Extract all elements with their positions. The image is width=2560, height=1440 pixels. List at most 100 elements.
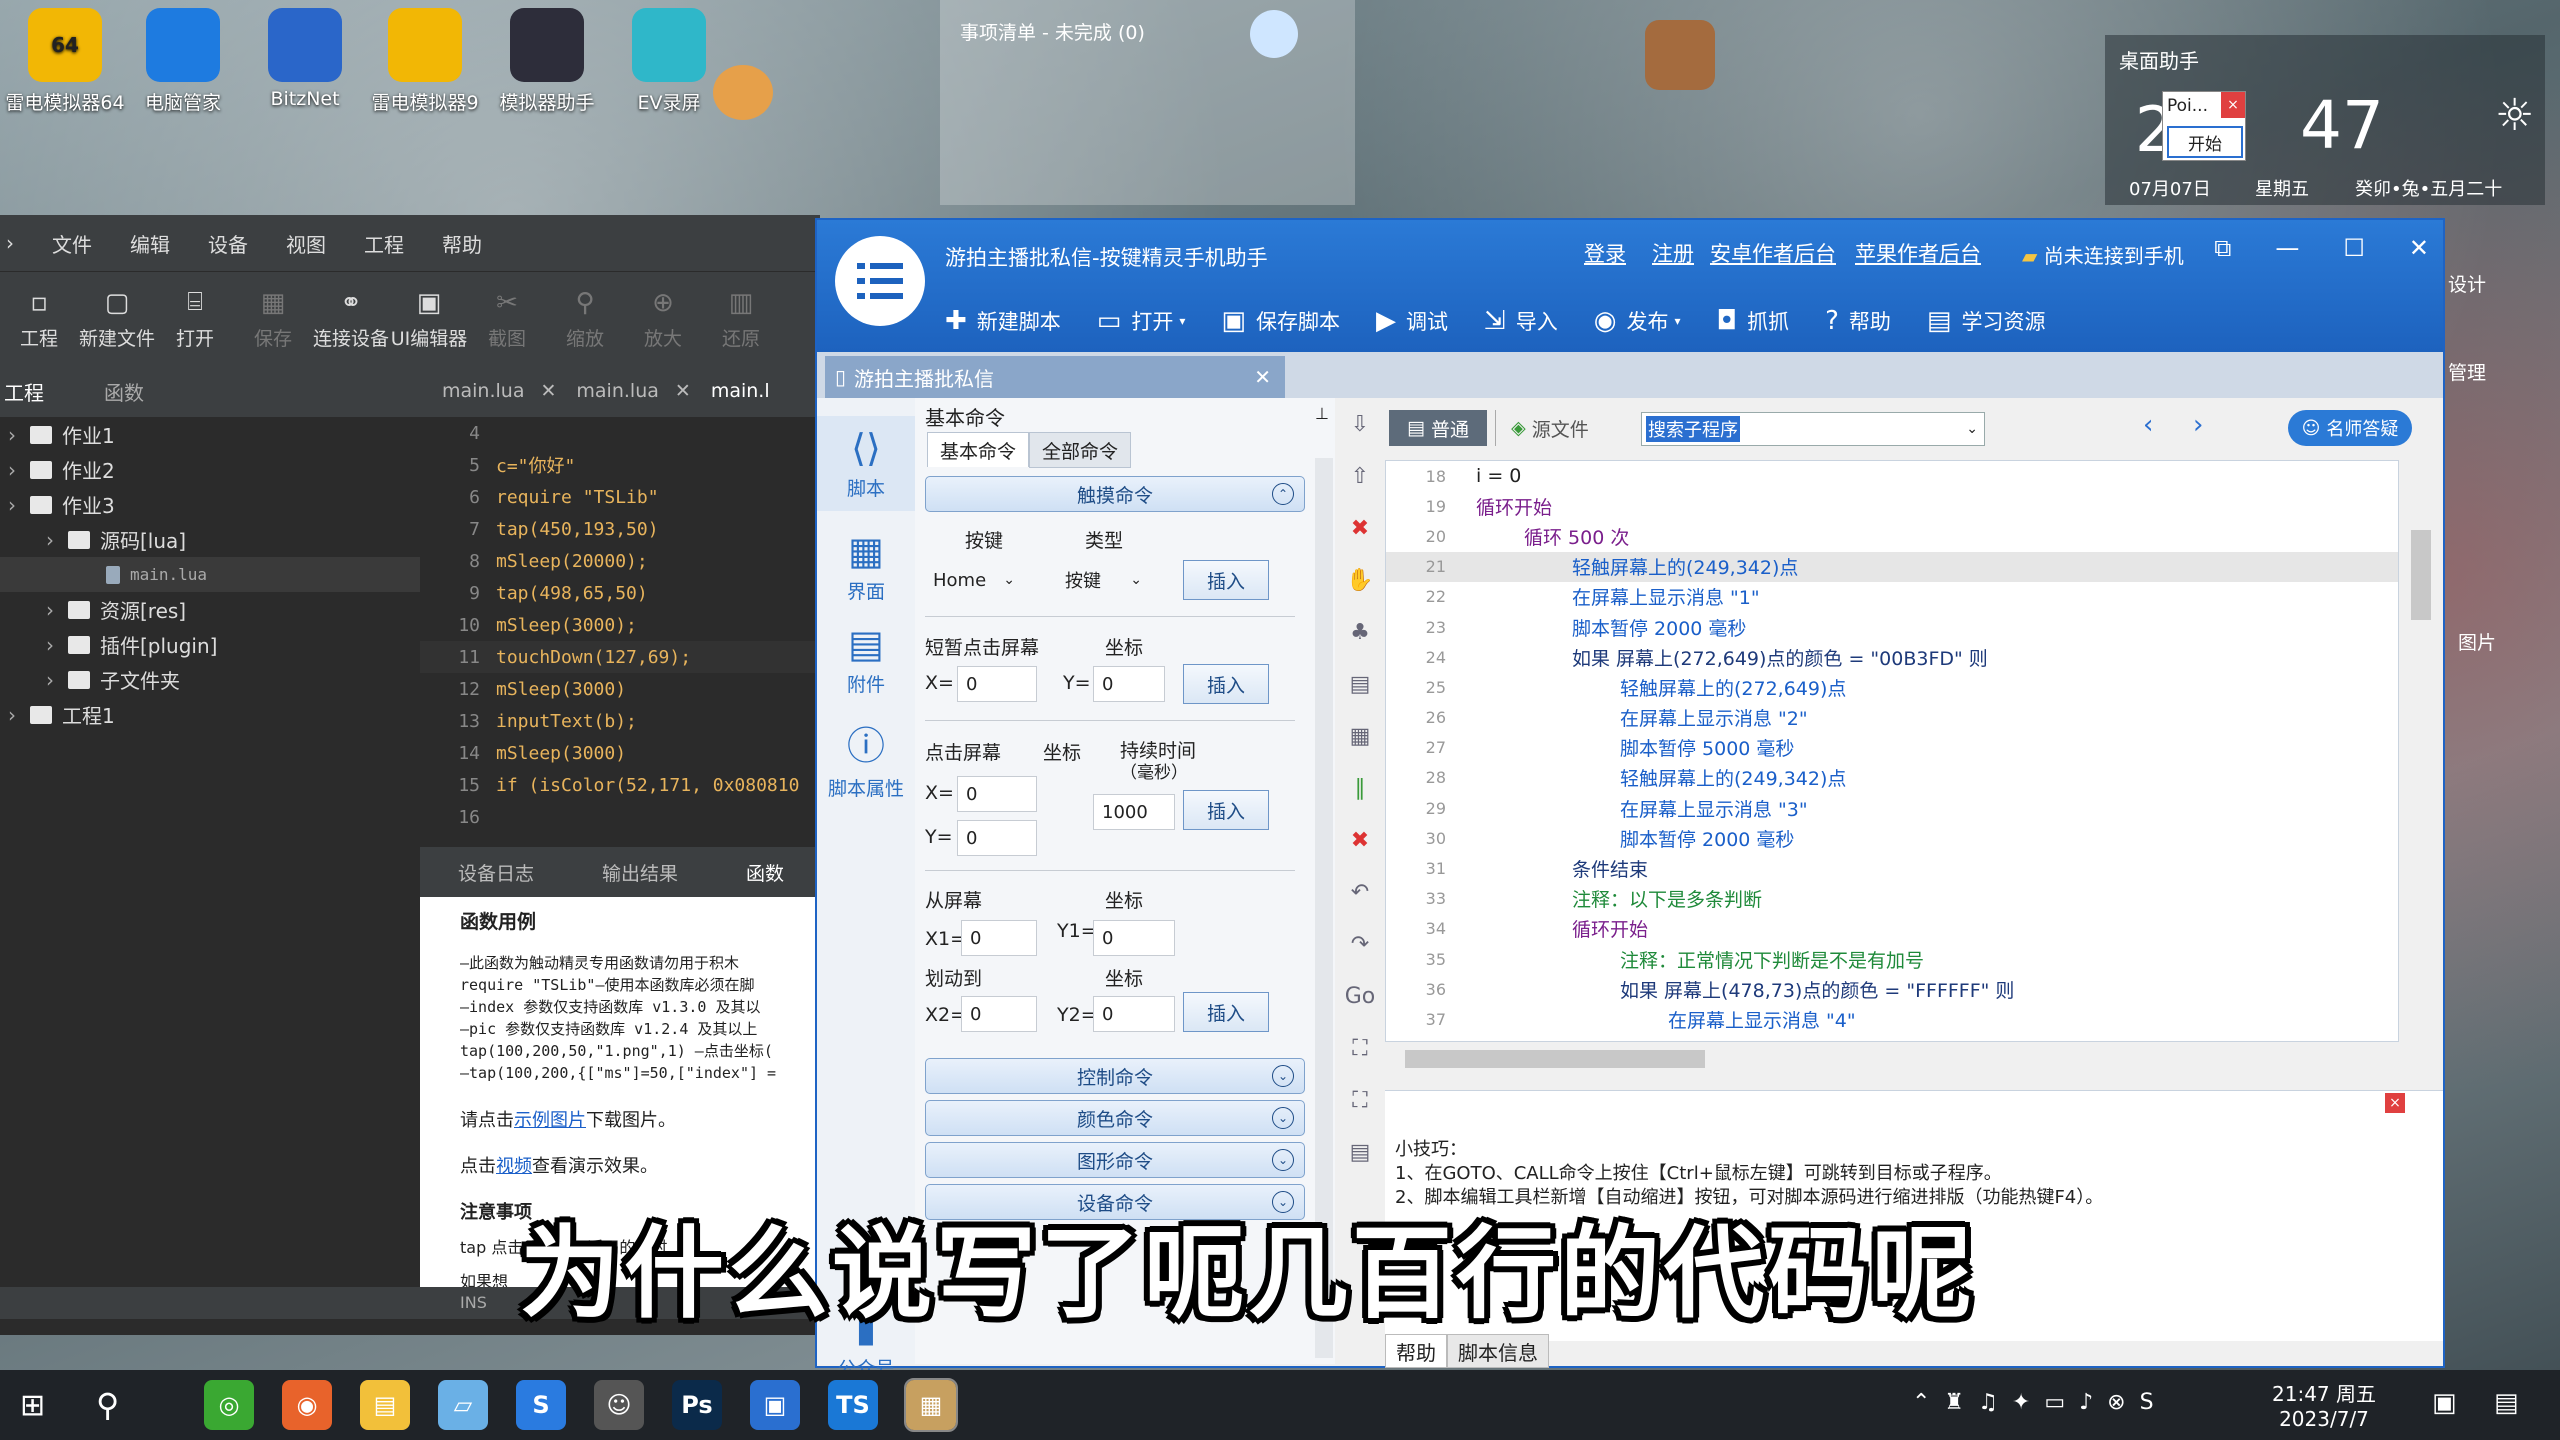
app-toolbar-button[interactable]: ▶ 调试 [1376, 306, 1448, 336]
script-line[interactable]: 31 条件结束 [1386, 853, 2398, 883]
login-link[interactable]: 登录 [1584, 238, 1626, 268]
swipe-y2-input[interactable]: 0 [1093, 996, 1175, 1032]
type-select[interactable]: 按键 ⌄ [1057, 562, 1152, 598]
app-toolbar-button[interactable]: ◘ 抓抓 [1717, 306, 1790, 336]
toolbar-button[interactable]: ⚭ 连接设备 [312, 272, 390, 366]
script-line[interactable]: 19 循环开始 [1386, 491, 2398, 521]
firefox-icon[interactable]: ◉ [282, 1380, 332, 1430]
toolbar-button[interactable]: ⊕ 放大 [624, 272, 702, 366]
menu-item[interactable]: 工程 [364, 229, 404, 258]
menu-item[interactable]: 帮助 [442, 229, 482, 258]
script-line[interactable]: 24 如果 屏幕上(272,649)点的颜色 = "00B3FD" 则 [1386, 642, 2398, 672]
close-icon[interactable]: × [2221, 92, 2245, 118]
toolbar-button[interactable]: ▥ 还原 [702, 272, 780, 366]
script-line[interactable]: 34 循环开始 [1386, 914, 2398, 944]
bottom-tab[interactable]: 设备日志 [458, 859, 534, 886]
document-tab[interactable]: ▯ 游拍主播批私信 ✕ [825, 356, 1285, 398]
bottom-tab[interactable]: 函数 [746, 859, 784, 886]
tab-basic-commands[interactable]: 基本命令 [927, 432, 1029, 467]
short-tap-x-input[interactable]: 0 [957, 666, 1037, 702]
uncomment-icon[interactable]: ✖ [1335, 814, 1385, 866]
toolbar-button[interactable]: ⚲ 缩放 [546, 272, 624, 366]
script-line[interactable]: 35 注释：正常情况下判断是不是有加号 [1386, 944, 2398, 974]
desktop-icon[interactable]: 雷电模拟器9 [360, 8, 490, 115]
desktop-icon[interactable]: 64 雷电模拟器64 [0, 8, 130, 115]
swipe-x2-input[interactable]: 0 [961, 996, 1037, 1032]
close-icon[interactable]: ✕ [675, 380, 691, 402]
subroutine-search[interactable]: 搜索子程序 ⌄ [1641, 412, 1985, 446]
app-toolbar-button[interactable]: ▣ 保存脚本 [1221, 306, 1340, 336]
expand-icon[interactable]: ⌄ [1272, 1149, 1294, 1171]
expand-icon[interactable]: ⌄ [1272, 1107, 1294, 1129]
editor-tab[interactable]: main.l [711, 380, 770, 402]
doge-icon[interactable] [713, 65, 773, 120]
restore-icon[interactable]: ⧉ [2214, 234, 2231, 262]
swipe-x1-input[interactable]: 0 [961, 920, 1037, 956]
move-down-icon[interactable]: ⇩ [1335, 398, 1385, 450]
minimize-icon[interactable]: — [2275, 234, 2299, 262]
editor-tab[interactable]: main.lua ✕ [442, 380, 556, 402]
delete-icon[interactable]: ✖ [1335, 502, 1385, 554]
app-toolbar-button[interactable]: ▭ 打开 ▾ [1097, 306, 1186, 336]
start-button[interactable]: 开始 [2167, 126, 2243, 158]
menu-item[interactable]: 视图 [286, 229, 326, 258]
tree-item[interactable]: main.lua [0, 557, 420, 592]
avatar-app-icon[interactable]: ☺ [594, 1380, 644, 1430]
toolbar-button[interactable]: ▫ 工程 [0, 272, 78, 366]
script-editor[interactable]: 18 i = 0 19 循环开始 20 循环 500 次 21 轻触屏幕上的(249,342)… [1385, 460, 2399, 1042]
tab-help[interactable]: 帮助 [1385, 1334, 1447, 1368]
tree-item[interactable]: › 插件[plugin] [0, 627, 420, 662]
script-line[interactable]: 29 在屏幕上显示消息 "3" [1386, 793, 2398, 823]
timer-popup[interactable]: Poi... × 开始 [2162, 91, 2246, 161]
code-editor[interactable]: 4 5 c="你好" 6 require "TSLib" 7 tap(450,193,50)… [420, 417, 820, 847]
script-line[interactable]: 26 在屏幕上显示消息 "2" [1386, 703, 2398, 733]
tree-item[interactable]: › 作业1 [0, 417, 420, 452]
app-toolbar-button[interactable]: ? 帮助 [1825, 306, 1891, 336]
toolbar-button[interactable]: ⌸ 打开 [156, 272, 234, 366]
short-tap-y-input[interactable]: 0 [1093, 666, 1165, 702]
app-toolbar-button[interactable]: ◉ 发布 ▾ [1594, 306, 1681, 336]
tree-item[interactable]: › 源码[lua] [0, 522, 420, 557]
app-toolbar-button[interactable]: ✚ 新建脚本 [945, 306, 1061, 336]
system-tray-icons[interactable]: ⌃♜♫✦▭♪⊗S [1912, 1390, 2168, 1415]
sidenav-item[interactable]: ▦ 界面 [817, 529, 915, 604]
toolbar-button[interactable]: ▢ 新建文件 [78, 272, 156, 366]
view-source-button[interactable]: ◈ 源文件 [1495, 410, 1605, 446]
bottom-tab[interactable]: 输出结果 [602, 859, 678, 886]
connection-status[interactable]: ▰ 尚未连接到手机 [2022, 240, 2184, 269]
menu-item[interactable]: 编辑 [130, 229, 170, 258]
script-vscrollbar[interactable] [2399, 460, 2443, 1042]
collapse-icon[interactable]: ⌃ [1272, 483, 1294, 505]
view-normal-button[interactable]: ▤ 普通 [1389, 410, 1487, 446]
desktop-icon[interactable]: 模拟器助手 [482, 8, 612, 115]
app-toolbar-button[interactable]: ⇲ 导入 [1484, 306, 1558, 336]
desktop-icon[interactable]: BitzNet [240, 8, 370, 110]
tree-item[interactable]: › 资源[res] [0, 592, 420, 627]
sample-image-link[interactable]: 示例图片 [514, 1110, 586, 1131]
script-line[interactable]: 37 在屏幕上显示消息 "4" [1386, 1004, 2398, 1034]
undo-icon[interactable]: ↶ [1335, 866, 1385, 918]
section-header[interactable]: 颜色命令 ⌄ [925, 1100, 1305, 1136]
close-icon[interactable]: ✕ [540, 380, 556, 402]
insert-click-button[interactable]: 插入 [1183, 790, 1269, 830]
script-line[interactable]: 38向调试窗口输出："5" [1386, 1035, 2398, 1041]
swipe-y1-input[interactable]: 0 [1093, 920, 1175, 956]
script-line[interactable]: 28 轻触屏幕上的(249,342)点 [1386, 763, 2398, 793]
ts-icon[interactable]: TS [828, 1380, 878, 1430]
active-app-icon[interactable]: ▦ [904, 1378, 958, 1432]
notepad-icon[interactable]: ▱ [438, 1380, 488, 1430]
tree-item[interactable]: › 子文件夹 [0, 662, 420, 697]
paste-icon[interactable]: ▤ [1335, 658, 1385, 710]
tab-project[interactable]: 工程 [4, 377, 44, 406]
photoshop-icon[interactable]: Ps [672, 1380, 722, 1430]
format-icon[interactable]: ▤ [1335, 1126, 1385, 1178]
tab-all-commands[interactable]: 全部命令 [1029, 432, 1131, 468]
key-select[interactable]: Home ⌄ [925, 562, 1025, 598]
script-line[interactable]: 21 轻触屏幕上的(249,342)点 [1386, 551, 2398, 582]
editor-tab[interactable]: main.lua ✕ [576, 380, 690, 402]
sidenav-item[interactable]: ⟨⟩ 脚本 [817, 416, 915, 511]
copy-icon[interactable]: ▦ [1335, 710, 1385, 762]
touch-section-header[interactable]: 触摸命令 ⌃ [925, 476, 1305, 512]
script-line[interactable]: 20 循环 500 次 [1386, 521, 2398, 551]
goto-icon[interactable]: Go [1335, 970, 1385, 1022]
